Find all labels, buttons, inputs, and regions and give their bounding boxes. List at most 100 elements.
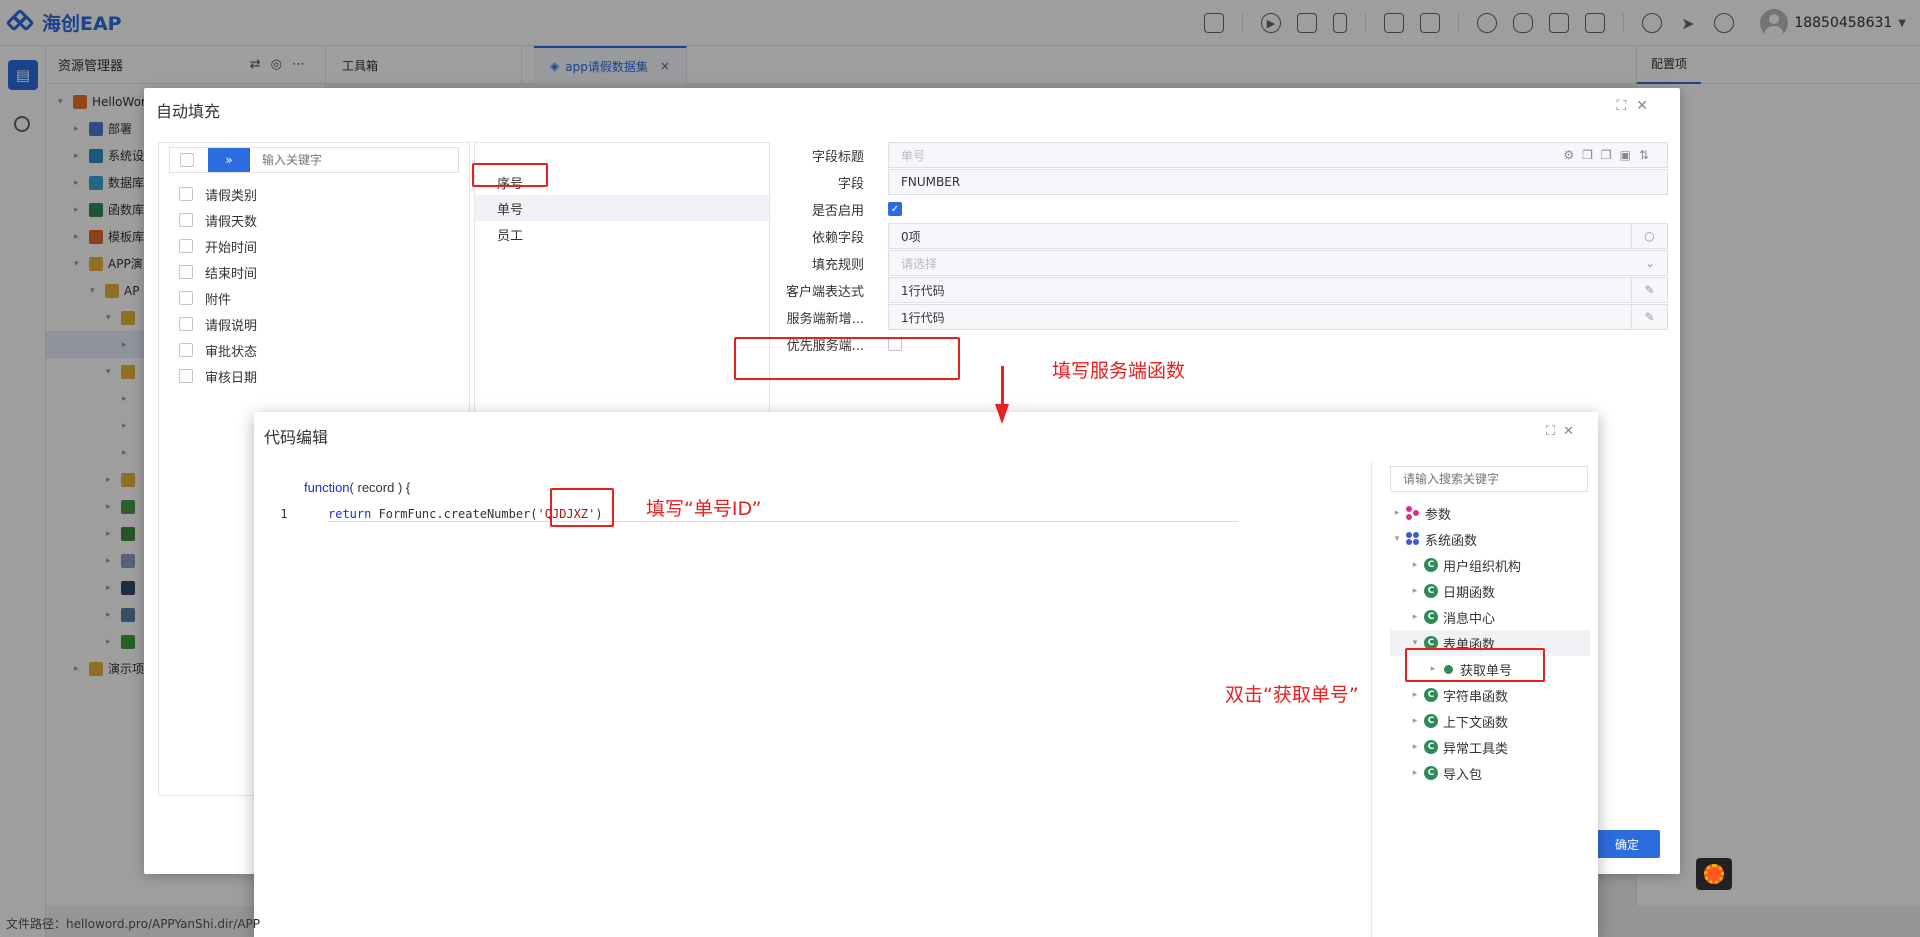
close-icon[interactable]: ✕ [1563, 424, 1582, 439]
class-icon: C [1424, 766, 1438, 780]
enabled-checkbox[interactable]: ✓ [888, 202, 902, 216]
class-icon: C [1424, 610, 1438, 624]
tree-node[interactable]: ▸ C 日期函数 [1390, 578, 1590, 604]
assistant-badge-icon[interactable] [1696, 858, 1732, 890]
tree-node-system[interactable]: ▾ 系统函数 [1390, 526, 1590, 552]
tree-node-params[interactable]: ▸ 参数 [1390, 500, 1590, 526]
field-checkbox[interactable] [179, 317, 193, 331]
list-item[interactable]: 开始时间 [169, 233, 257, 259]
field-label: 结束时间 [205, 266, 258, 282]
field-input[interactable]: FNUMBER [888, 169, 1668, 195]
field-label: 开始时间 [205, 240, 258, 256]
line-number: 1 [280, 507, 288, 521]
field-search: » [169, 147, 459, 173]
tree-node-label: 导入包 [1443, 767, 1483, 783]
class-icon: C [1424, 584, 1438, 598]
row-rule: 填充规则 请选择 ⌄ [776, 250, 1676, 276]
list-item[interactable]: 结束时间 [169, 259, 257, 285]
field-title-input[interactable]: 单号 ⚙❐❐▣⇅ [888, 142, 1668, 168]
tree-node[interactable]: ▸ C 消息中心 [1390, 604, 1590, 630]
field-checkbox[interactable] [179, 265, 193, 279]
highlight-number-id [550, 488, 614, 527]
close-icon[interactable]: ✕ [1636, 98, 1658, 114]
code-editor-title: 代码编辑 [264, 428, 329, 447]
select-all-checkbox[interactable] [180, 153, 194, 167]
function-signature: function( record ) { [304, 480, 411, 495]
field-label: 审批状态 [205, 344, 258, 360]
field-checkbox[interactable] [179, 369, 193, 383]
field-checkbox[interactable] [179, 291, 193, 305]
function-tree: ▸ 参数 ▾ 系统函数 ▸ C 用户组织机构 ▸ C 日期函数 ▸ C 消息中心 ▾ C 表单函数 ▸ 获… [1390, 500, 1590, 786]
maximize-icon[interactable]: ⛶ [1616, 98, 1636, 114]
field-label: 请假天数 [205, 214, 258, 230]
source-field-list: 请假类别请假天数开始时间结束时间附件请假说明审批状态审核日期 [169, 181, 257, 389]
tree-node[interactable]: ▸ C 导入包 [1390, 760, 1590, 786]
dialog-controls: ⛶✕ [1546, 424, 1582, 439]
maximize-icon[interactable]: ⛶ [1546, 424, 1563, 439]
tree-node[interactable]: ▸ C 用户组织机构 [1390, 552, 1590, 578]
tree-node[interactable]: ▸ C 异常工具类 [1390, 734, 1590, 760]
chevron-icon: ▸ [1412, 586, 1418, 596]
depend-field-input[interactable]: 0项 ○ [888, 223, 1668, 249]
chevron-icon: ▸ [1412, 690, 1418, 700]
class-icon: C [1424, 714, 1438, 728]
code-editor-dialog: 代码编辑 ⛶✕ function( record ) { 1 return Fo… [254, 412, 1598, 937]
list-item[interactable]: 单号 [475, 195, 769, 221]
row-enabled: 是否启用 ✓ [776, 196, 1676, 222]
code-area[interactable]: function( record ) { 1 return FormFunc.c… [254, 462, 1372, 937]
class-icon: C [1424, 740, 1438, 754]
tree-node[interactable]: ▸ C 字符串函数 [1390, 682, 1590, 708]
edit-icon[interactable]: ✎ [1631, 278, 1667, 302]
property-tool-icons[interactable]: ⚙❐❐▣⇅ [1563, 148, 1657, 162]
list-item[interactable]: 附件 [169, 285, 257, 311]
tree-node-label: 上下文函数 [1443, 715, 1509, 731]
footer-path: 文件路径：helloword.pro/APPYanShi.dir/APPY [6, 917, 260, 931]
list-item[interactable]: 审核日期 [169, 363, 257, 389]
tree-node-label: 字符串函数 [1443, 689, 1509, 705]
fill-rule-select[interactable]: 请选择 ⌄ [888, 250, 1668, 276]
ok-button[interactable]: 确定 [1594, 830, 1660, 858]
code-text[interactable]: return FormFunc.createNumber('QJDJXZ') [328, 507, 1238, 522]
highlight-number-item [472, 163, 548, 187]
chevron-icon: ▾ [1412, 638, 1418, 648]
client-expr-input[interactable]: 1行代码 ✎ [888, 277, 1668, 303]
tree-node[interactable]: ▸ C 上下文函数 [1390, 708, 1590, 734]
row-server-new: 服务端新增... 1行代码 ✎ [776, 304, 1676, 330]
chevron-down-icon: ⌄ [1644, 256, 1655, 270]
row-field-title: 字段标题 单号 ⚙❐❐▣⇅ [776, 142, 1676, 168]
field-checkbox[interactable] [179, 187, 193, 201]
params-icon [1406, 506, 1420, 520]
field-checkbox[interactable] [179, 343, 193, 357]
list-item[interactable]: 员工 [475, 221, 769, 247]
class-icon: C [1424, 558, 1438, 572]
chevron-icon: ▸ [1412, 716, 1418, 726]
field-label: 审核日期 [205, 370, 258, 386]
annotation-fill-server: 填写服务端函数 [1052, 360, 1186, 382]
edit-icon[interactable]: ✎ [1631, 305, 1667, 329]
chevron-icon: ▸ [1412, 768, 1418, 778]
field-label: 附件 [205, 292, 232, 308]
chevron-icon: ▸ [1412, 560, 1418, 570]
field-checkbox[interactable] [179, 213, 193, 227]
list-item[interactable]: 请假类别 [169, 181, 257, 207]
field-checkbox[interactable] [179, 239, 193, 253]
highlight-get-number [1405, 648, 1545, 682]
function-panel: ▸ 参数 ▾ 系统函数 ▸C用户组织机构▸C日期函数▸C消息中心▾C表单函数▸获… [1390, 466, 1590, 786]
list-item[interactable]: 审批状态 [169, 337, 257, 363]
list-item[interactable]: 请假说明 [169, 311, 257, 337]
server-new-input[interactable]: 1行代码 ✎ [888, 304, 1668, 330]
arrow [1001, 366, 1004, 406]
chevron-icon: ▸ [1412, 612, 1418, 622]
tree-node-label: 异常工具类 [1443, 741, 1509, 757]
search-icon[interactable]: ○ [1631, 224, 1667, 248]
keyword-input[interactable] [262, 149, 432, 171]
list-item[interactable]: 请假天数 [169, 207, 257, 233]
add-button[interactable]: » [208, 148, 250, 172]
tree-node-label: 日期函数 [1443, 585, 1496, 601]
auto-fill-title: 自动填充 [156, 102, 221, 121]
annotation-double-click: 双击“获取单号” [1225, 684, 1359, 706]
annotation-fill-id: 填写“单号ID” [646, 498, 762, 520]
dialog-controls: ⛶✕ [1616, 98, 1658, 114]
highlight-server-new [734, 337, 960, 380]
function-search-input[interactable] [1390, 466, 1588, 492]
